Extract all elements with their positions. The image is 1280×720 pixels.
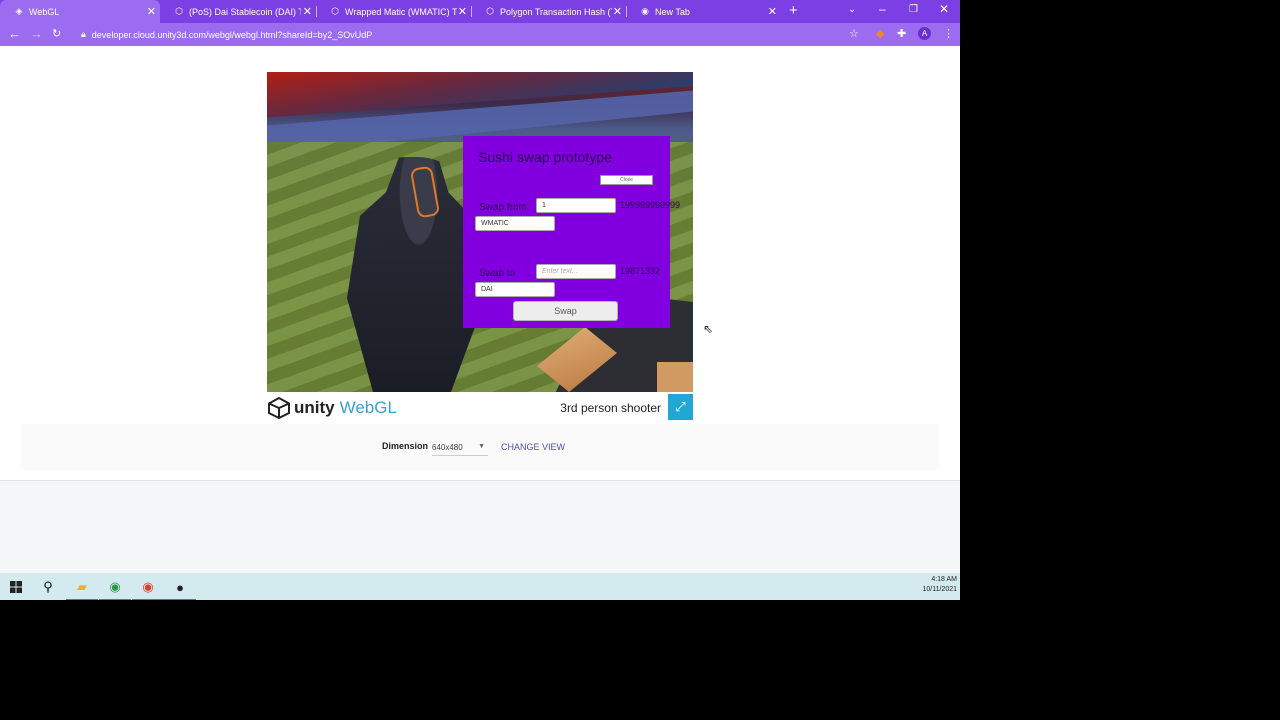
browser-toolbar: ← → ↻ 🔒︎ developer.cloud.unity3d.com/web…	[0, 23, 960, 46]
file-explorer-icon[interactable]: ▰	[66, 577, 98, 600]
swap-to-token-input[interactable]: DAI	[475, 282, 555, 297]
swap-to-label: Swap to	[479, 268, 516, 279]
tab-title: Polygon Transaction Hash (Txha	[500, 6, 612, 17]
reload-icon[interactable]: ↻	[52, 27, 61, 40]
close-button[interactable]: Close	[600, 175, 653, 185]
expand-icon: ⤢	[675, 399, 686, 414]
tab-polygon-tx[interactable]: ⬡ Polygon Transaction Hash (Txha ✕	[471, 0, 626, 23]
fullscreen-button[interactable]: ⤢	[668, 394, 693, 420]
swap-panel: Sushi swap prototype Close Swap from 1 1…	[463, 136, 680, 328]
minimize-button[interactable]: –	[879, 2, 886, 16]
brand-unity: unity	[294, 398, 335, 417]
obs-icon[interactable]: ●	[164, 577, 196, 600]
tab-new[interactable]: ◉ New Tab ✕	[626, 0, 781, 23]
swap-from-label: Swap from	[479, 202, 527, 213]
menu-icon[interactable]: ⋮	[943, 27, 954, 40]
chrome-icon[interactable]: ◉	[99, 577, 131, 600]
brand-webgl: WebGL	[339, 398, 397, 417]
close-icon[interactable]: ✕	[613, 5, 622, 18]
dimension-label: Dimension	[382, 441, 429, 451]
tab-webgl[interactable]: ◈ WebGL ✕	[0, 0, 160, 23]
search-icon[interactable]: ⚲	[38, 577, 58, 597]
tab-title: (PoS) Dai Stablecoin (DAI) Toke	[189, 6, 301, 17]
polygon-icon: ⬡	[175, 6, 183, 16]
close-window-button[interactable]: ✕	[939, 2, 949, 16]
restore-button[interactable]: ❐	[909, 4, 918, 15]
url-text: developer.cloud.unity3d.com/webgl/webgl.…	[91, 29, 373, 40]
chrome-profile-icon[interactable]: ◉	[132, 577, 164, 600]
clock-date: 10/11/2021	[922, 586, 957, 593]
close-icon[interactable]: ✕	[768, 5, 777, 18]
game-title: 3rd person shooter	[560, 401, 661, 415]
close-icon[interactable]: ✕	[303, 5, 312, 18]
unity-footer: unity WebGL 3rd person shooter ⤢	[267, 394, 693, 422]
tab-wmatic[interactable]: ⬡ Wrapped Matic (WMATIC) Toke ✕	[316, 0, 471, 23]
change-view-link[interactable]: CHANGE VIEW	[501, 442, 565, 452]
panel-title: Sushi swap prototype	[478, 149, 612, 165]
back-icon[interactable]: ←	[8, 26, 21, 41]
new-tab-button[interactable]: +	[789, 2, 798, 19]
unity-webgl-logo: unity WebGL	[267, 396, 397, 420]
lock-icon: 🔒︎	[81, 29, 86, 39]
tab-title: Wrapped Matic (WMATIC) Toke	[345, 6, 457, 17]
game-canvas[interactable]: Sushi swap prototype Close Swap from 1 1…	[267, 72, 693, 392]
clock-time: 4:18 AM	[931, 576, 957, 583]
unity-cube-icon	[268, 396, 290, 420]
profile-avatar[interactable]: A	[918, 27, 931, 40]
dimension-select[interactable]: 640x480 ▼	[432, 440, 488, 456]
polygon-icon: ⬡	[331, 6, 339, 16]
windows-taskbar: ⚲ ▰ ◉ ◉ ● 4:18 AM 10/11/2021	[0, 573, 960, 600]
mouse-cursor-icon: ⇖	[703, 322, 714, 336]
forward-icon[interactable]: →	[30, 26, 43, 41]
page-background	[0, 480, 960, 573]
swap-to-balance: 19871332	[620, 266, 661, 276]
tab-strip: ◈ WebGL ✕ ⬡ (PoS) Dai Stablecoin (DAI) T…	[0, 0, 960, 23]
polygon-icon: ⬡	[486, 6, 494, 16]
bookmark-star-icon[interactable]: ☆	[849, 27, 859, 40]
swap-from-token-input[interactable]: WMATIC	[475, 216, 555, 231]
metamask-icon[interactable]: ◆	[876, 27, 884, 40]
tab-title: WebGL	[29, 6, 60, 17]
tab-search-icon[interactable]: ⌄	[848, 4, 856, 15]
webgl-page: Sushi swap prototype Close Swap from 1 1…	[0, 46, 960, 573]
windows-start-icon[interactable]	[6, 577, 26, 597]
dimension-bar: Dimension 640x480 ▼ CHANGE VIEW	[21, 424, 939, 470]
address-bar[interactable]: 🔒︎ developer.cloud.unity3d.com/webgl/web…	[71, 25, 871, 44]
system-clock[interactable]: 4:18 AM 10/11/2021	[922, 575, 957, 595]
chrome-icon: ◉	[641, 6, 649, 16]
swap-button[interactable]: Swap	[513, 301, 618, 321]
screen: ◈ WebGL ✕ ⬡ (PoS) Dai Stablecoin (DAI) T…	[0, 0, 960, 600]
close-icon[interactable]: ✕	[147, 5, 156, 18]
close-icon[interactable]: ✕	[458, 5, 467, 18]
dimension-value: 640x480	[432, 443, 463, 452]
swap-from-amount-input[interactable]: 1	[536, 198, 616, 213]
dropdown-arrow-icon: ▼	[478, 443, 485, 450]
swap-from-balance: 199999999999	[620, 200, 681, 210]
tab-title: New Tab	[655, 6, 690, 17]
unity-icon: ◈	[15, 6, 23, 16]
extensions-icon[interactable]: ✚	[897, 27, 906, 40]
tab-dai[interactable]: ⬡ (PoS) Dai Stablecoin (DAI) Toke ✕	[160, 0, 316, 23]
scene-ramp-edge	[657, 362, 693, 392]
swap-to-amount-input[interactable]: Enter text...	[536, 264, 616, 279]
